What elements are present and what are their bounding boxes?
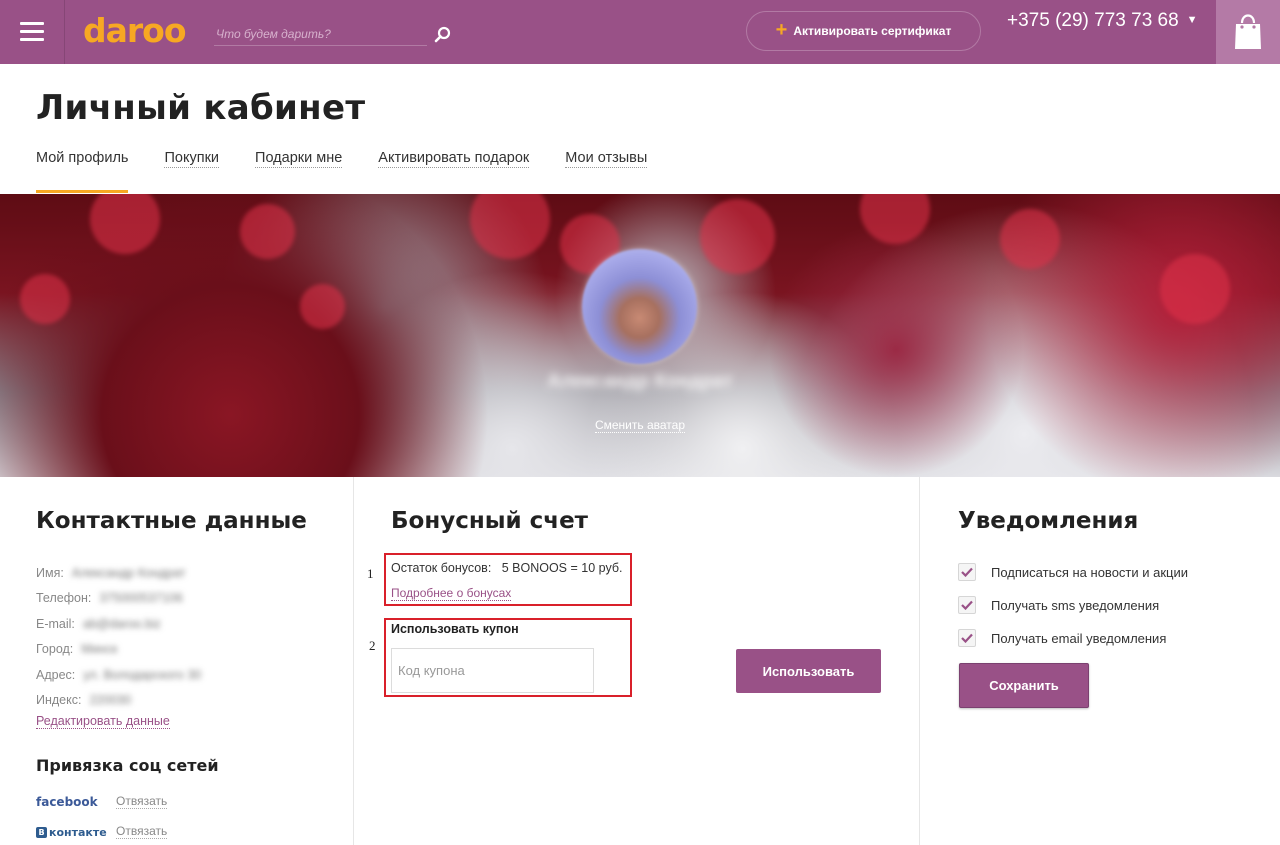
annotation-marker-1: 1 <box>367 566 374 581</box>
contact-value: Александр Кондрат <box>71 565 186 580</box>
bokeh-light <box>90 194 160 254</box>
daroo-logo[interactable]: daroo <box>83 9 187 53</box>
contact-value: Минск <box>81 642 118 657</box>
checkmark-icon <box>961 567 973 577</box>
email-checkbox[interactable] <box>958 629 976 647</box>
bokeh-light <box>860 194 930 244</box>
contact-row-city: Город: Минск <box>36 637 201 663</box>
top-navigation-bar: daroo + Активировать сертификат +375 (29… <box>0 0 1280 64</box>
menu-icon[interactable] <box>0 0 65 64</box>
tab-label: Мой профиль <box>36 150 129 166</box>
bonus-balance-label: Остаток бонусов: <box>391 561 492 575</box>
bokeh-light <box>470 194 550 259</box>
activate-certificate-label: Активировать сертификат <box>793 24 952 38</box>
search-icon[interactable] <box>434 26 456 46</box>
vkontakte-label: контакте <box>49 825 107 839</box>
contact-label: Имя: <box>36 565 64 580</box>
bonus-balance-value: 5 BONOOS = 10 руб. <box>501 561 623 575</box>
vk-icon: В <box>36 826 47 838</box>
checkmark-icon <box>961 600 973 610</box>
news-checkbox[interactable] <box>958 563 976 581</box>
contact-row-name: Имя: Александр Кондрат <box>36 560 201 586</box>
contact-value: ул. Володарского 30 <box>83 667 202 682</box>
contact-label: Телефон: <box>36 591 92 606</box>
phone-number: +375 (29) 773 73 68 <box>1007 10 1179 31</box>
tab-my-profile[interactable]: Мой профиль <box>36 150 129 194</box>
shopping-bag-icon <box>1235 14 1261 49</box>
notification-sms: Получать sms уведомления <box>958 596 1159 614</box>
user-name: Александр Кондрат <box>547 371 733 392</box>
tab-my-reviews[interactable]: Мои отзывы <box>565 150 648 194</box>
bokeh-light <box>1160 254 1230 324</box>
tab-label: Подарки мне <box>255 150 343 168</box>
bonus-details-link[interactable]: Подробнее о бонусах <box>391 587 512 601</box>
unlink-facebook-button[interactable]: Отвязать <box>116 795 168 809</box>
notification-news: Подписаться на новости и акции <box>958 563 1188 581</box>
profile-banner: Александр Кондрат Сменить аватар <box>0 194 1280 477</box>
social-row-vkontakte: Вконтакте Отвязать <box>36 825 168 839</box>
tab-purchases[interactable]: Покупки <box>164 150 220 194</box>
sms-label: Получать sms уведомления <box>991 597 1160 613</box>
tab-label: Покупки <box>164 150 220 168</box>
checkmark-icon <box>961 633 973 643</box>
use-coupon-button[interactable]: Использовать <box>736 649 881 693</box>
column-divider <box>919 477 920 845</box>
caret-down-icon: ▼ <box>1186 14 1198 26</box>
bokeh-light <box>20 274 70 324</box>
vkontakte-logo: Вконтакте <box>36 826 116 839</box>
column-divider <box>353 477 354 845</box>
search-input[interactable] <box>214 22 427 46</box>
contact-row-index: Индекс: 220030 <box>36 688 201 714</box>
page-title: Личный кабинет <box>36 88 366 128</box>
tab-label: Активировать подарок <box>378 150 530 168</box>
change-avatar-label: Сменить аватар <box>594 418 686 433</box>
contact-row-phone: Телефон: 375000537106 <box>36 586 201 612</box>
notifications-title: Уведомления <box>958 508 1139 534</box>
change-avatar-link[interactable]: Сменить аватар <box>0 418 1280 433</box>
contact-value: ab@daroo.biz <box>82 616 161 631</box>
tab-activate-gift[interactable]: Активировать подарок <box>378 150 530 194</box>
contact-value: 220030 <box>89 693 132 708</box>
contact-row-address: Адрес: ул. Володарского 30 <box>36 662 201 688</box>
bokeh-light <box>1000 209 1060 269</box>
profile-tabs: Мой профиль Покупки Подарки мне Активиро… <box>36 150 683 194</box>
bokeh-light <box>240 204 295 259</box>
annotation-marker-2: 2 <box>369 638 376 653</box>
email-label: Получать email уведомления <box>991 630 1167 646</box>
contact-label: Город: <box>36 642 74 657</box>
notification-email: Получать email уведомления <box>958 629 1166 647</box>
activate-certificate-button[interactable]: + Активировать сертификат <box>746 11 981 51</box>
contact-label: Адрес: <box>36 667 76 682</box>
contacts-title: Контактные данные <box>36 508 307 534</box>
bokeh-light <box>700 199 775 274</box>
social-row-facebook: facebook Отвязать <box>36 795 168 809</box>
phone-selector[interactable]: +375 (29) 773 73 68 ▼ <box>1007 10 1198 32</box>
avatar <box>582 249 697 364</box>
news-label: Подписаться на новости и акции <box>991 564 1189 580</box>
edit-data-link[interactable]: Редактировать данные <box>36 714 170 729</box>
plus-icon: + <box>775 19 788 41</box>
coupon-code-input[interactable] <box>391 648 594 693</box>
social-title: Привязка соц сетей <box>36 756 219 775</box>
save-button[interactable]: Сохранить <box>959 663 1089 708</box>
bonus-balance: Остаток бонусов: 5 BONOOS = 10 руб. <box>391 561 622 575</box>
bokeh-light <box>300 284 345 329</box>
facebook-logo: facebook <box>36 795 98 809</box>
coupon-title: Использовать купон <box>391 622 519 636</box>
contact-label: E-mail: <box>36 616 75 631</box>
contact-list: Имя: Александр Кондрат Телефон: 3750005371… <box>36 560 201 713</box>
unlink-vkontakte-button[interactable]: Отвязать <box>116 825 168 839</box>
cart-button[interactable] <box>1216 0 1280 64</box>
contact-value: 375000537106 <box>99 591 183 606</box>
tab-label: Мои отзывы <box>565 150 648 168</box>
sms-checkbox[interactable] <box>958 596 976 614</box>
contact-label: Индекс: <box>36 693 82 708</box>
contact-row-email: E-mail: ab@daroo.biz <box>36 611 201 637</box>
tab-gifts-to-me[interactable]: Подарки мне <box>255 150 343 194</box>
bonus-title: Бонусный счет <box>391 508 589 534</box>
